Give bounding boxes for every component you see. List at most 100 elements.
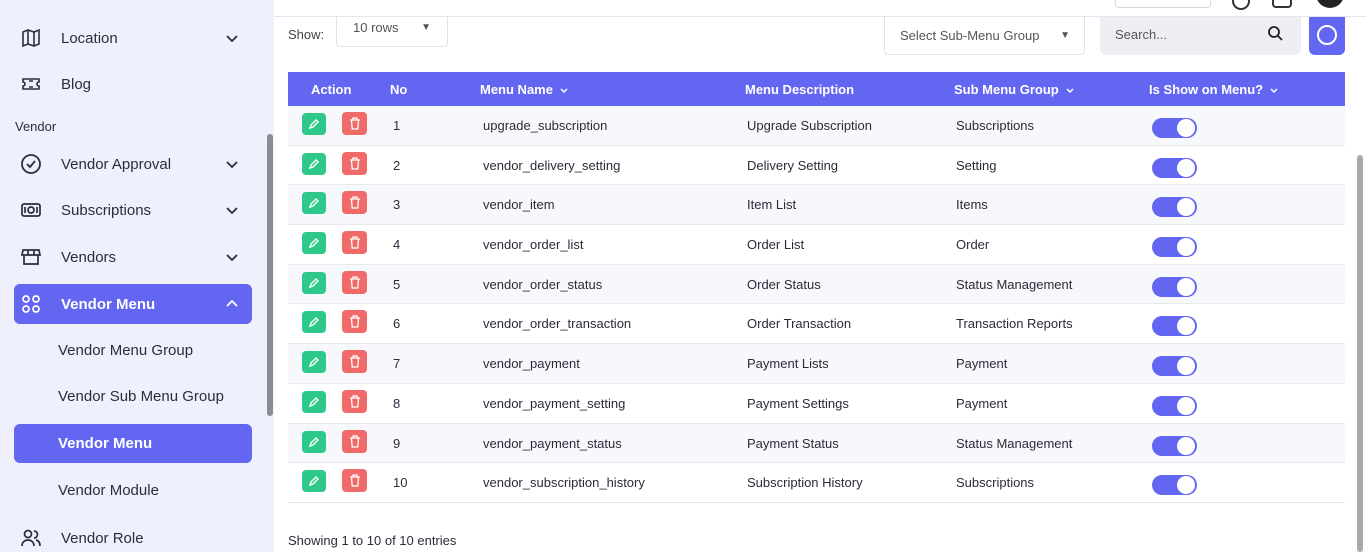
sidebar-subitem-vendor-sub-menu-group[interactable]: Vendor Sub Menu Group	[14, 377, 252, 416]
delete-button[interactable]	[342, 231, 367, 255]
delete-button[interactable]	[342, 310, 367, 334]
sidebar-section-label: Vendor	[15, 119, 57, 134]
chevron-down-icon	[226, 35, 238, 43]
show-on-menu-toggle[interactable]	[1152, 356, 1197, 377]
sidebar-subitem-vendor-menu[interactable]: Vendor Menu	[14, 424, 252, 463]
sidebar-item-label: Vendors	[61, 248, 117, 266]
sidebar-item-blog[interactable]: Blog	[14, 64, 252, 104]
sidebar-item-vendor-role[interactable]: Vendor Role	[14, 518, 252, 552]
table-body: 1 upgrade_subscription Upgrade Subscript…	[288, 106, 1345, 503]
toggle-knob	[1177, 317, 1195, 336]
cell-menu-description: Upgrade Subscription	[747, 118, 873, 133]
edit-button[interactable]	[302, 351, 326, 374]
show-on-menu-toggle[interactable]	[1152, 435, 1197, 456]
help-icon[interactable]	[1232, 0, 1250, 10]
chevron-down-icon: ▼	[1060, 30, 1070, 41]
delete-button[interactable]	[342, 151, 367, 175]
table-row: 4 vendor_order_list Order List Order	[288, 225, 1345, 265]
cell-no: 9	[393, 435, 401, 451]
edit-button[interactable]	[302, 470, 326, 493]
cell-sub-menu-group: Status Management	[956, 276, 1073, 292]
trash-icon	[349, 395, 360, 408]
toggle-knob	[1177, 158, 1195, 177]
delete-button[interactable]	[342, 469, 367, 493]
sidebar-scrollbar[interactable]	[267, 134, 273, 416]
header-sub-menu-group[interactable]: Sub Menu Group	[954, 82, 1075, 97]
table-controls: Show: 10 rows ▼ Select Sub-Menu Group ▼ …	[274, 17, 1366, 57]
cell-sub-menu-group: Items	[956, 197, 988, 213]
sidebar-item-vendor-approval[interactable]: Vendor Approval	[14, 144, 252, 184]
chevron-down-icon: ▼	[421, 22, 431, 33]
cell-sub-menu-group: Payment	[956, 356, 1008, 372]
sidebar-item-subscriptions[interactable]: Subscriptions	[14, 190, 252, 230]
delete-button[interactable]	[342, 191, 367, 215]
delete-button[interactable]	[342, 350, 367, 374]
edit-button[interactable]	[302, 152, 326, 175]
rows-per-page-value: 10 rows	[353, 20, 399, 35]
cell-no: 8	[393, 395, 401, 411]
language-select[interactable]	[1115, 0, 1211, 8]
show-on-menu-toggle[interactable]	[1152, 475, 1197, 496]
edit-button[interactable]	[302, 430, 326, 453]
cell-menu-description: Item List	[747, 197, 797, 213]
sidebar-subitem-label: Vendor Menu	[58, 435, 153, 452]
cell-menu-description: Order List	[747, 237, 805, 253]
edit-button[interactable]	[302, 271, 326, 294]
cell-no: 6	[393, 316, 401, 332]
show-label: Show:	[288, 27, 325, 42]
cell-sub-menu-group: Setting	[956, 157, 997, 173]
sub-menu-group-placeholder: Select Sub-Menu Group	[900, 28, 1040, 43]
pencil-icon	[308, 198, 319, 209]
sidebar-item-location[interactable]: Location	[14, 18, 252, 58]
show-on-menu-toggle[interactable]	[1152, 276, 1197, 297]
store-icon	[20, 246, 42, 268]
pencil-icon	[308, 476, 319, 487]
toggle-knob	[1177, 119, 1195, 137]
cell-sub-menu-group: Order	[956, 237, 990, 253]
cell-menu-name: vendor_order_status	[483, 276, 603, 292]
show-on-menu-toggle[interactable]	[1152, 157, 1197, 178]
sidebar-item-vendor-menu[interactable]: Vendor Menu	[14, 284, 252, 324]
delete-button[interactable]	[342, 270, 367, 294]
search-icon	[1268, 26, 1283, 41]
main-scrollbar[interactable]	[1357, 155, 1363, 552]
sub-menu-group-select[interactable]: Select Sub-Menu Group ▼	[884, 17, 1085, 55]
sidebar-item-label: Vendor Approval	[61, 155, 172, 173]
edit-button[interactable]	[302, 232, 326, 255]
cell-menu-name: vendor_payment	[483, 356, 580, 372]
grid-icon	[20, 293, 42, 315]
delete-button[interactable]	[342, 112, 367, 135]
show-on-menu-toggle[interactable]	[1152, 395, 1197, 416]
add-menu-button[interactable]	[1309, 17, 1345, 55]
edit-button[interactable]	[302, 113, 326, 135]
trash-icon	[349, 236, 360, 249]
pencil-icon	[308, 238, 319, 249]
cell-menu-description: Order Status	[747, 276, 821, 292]
sidebar-item-label: Vendor Role	[61, 529, 144, 547]
rows-per-page-select[interactable]: 10 rows ▼	[336, 17, 448, 47]
sort-icon	[1270, 87, 1278, 93]
add-icon	[1317, 25, 1337, 45]
search-input[interactable]: Search...	[1100, 17, 1301, 55]
show-on-menu-toggle[interactable]	[1152, 316, 1197, 337]
trash-icon	[349, 434, 360, 448]
toggle-knob	[1177, 396, 1195, 415]
header-menu-name[interactable]: Menu Name	[480, 82, 569, 97]
edit-button[interactable]	[302, 192, 326, 215]
delete-button[interactable]	[342, 429, 367, 453]
show-on-menu-toggle[interactable]	[1152, 237, 1197, 258]
trash-icon	[349, 117, 360, 130]
sort-icon	[560, 87, 568, 93]
show-on-menu-toggle[interactable]	[1152, 197, 1197, 218]
show-on-menu-toggle[interactable]	[1152, 118, 1197, 138]
sidebar-subitem-vendor-module[interactable]: Vendor Module	[14, 471, 252, 510]
edit-button[interactable]	[302, 390, 326, 413]
header-is-show[interactable]: Is Show on Menu?	[1149, 82, 1279, 97]
mail-icon[interactable]	[1272, 0, 1292, 8]
sidebar-subitem-vendor-menu-group[interactable]: Vendor Menu Group	[14, 331, 252, 370]
avatar[interactable]	[1316, 0, 1344, 8]
delete-button[interactable]	[342, 389, 367, 413]
trash-icon	[349, 355, 360, 368]
sidebar-item-vendors[interactable]: Vendors	[14, 237, 252, 277]
edit-button[interactable]	[302, 311, 326, 334]
